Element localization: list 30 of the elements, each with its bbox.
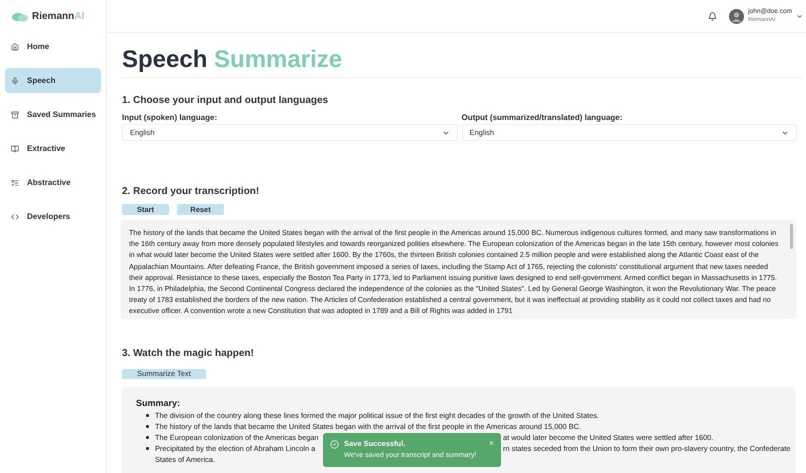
notification-bell-icon[interactable]: [708, 12, 718, 20]
section-heading: 3. Watch the magic happen!: [122, 348, 255, 360]
sidebar-item[interactable]: Abstractive: [5, 170, 101, 195]
sidebar-item[interactable]: Home: [5, 34, 101, 59]
sidebar-item[interactable]: Extractive: [5, 136, 101, 161]
sidebar-item[interactable]: Speech: [5, 68, 101, 93]
check-circle-icon: [330, 440, 339, 449]
bullet-icon: [146, 414, 149, 417]
microphone-icon: [11, 76, 19, 84]
app-name: RiemannAI: [32, 10, 84, 24]
bullet-icon: [146, 436, 149, 439]
list-icon: [11, 178, 19, 186]
page-title: Speech Summarize: [122, 45, 802, 78]
section-heading: 2. Record your transcription!: [122, 185, 260, 199]
chevron-down-icon[interactable]: [796, 12, 803, 20]
field-label: Input (spoken) language:: [122, 112, 218, 124]
section-heading: 1. Choose your input and output languages: [122, 94, 330, 108]
home-icon: [11, 42, 19, 50]
logo-icon: [12, 12, 28, 22]
scrollbar-thumb[interactable]: [790, 224, 793, 249]
sidebar-item[interactable]: Developers: [5, 204, 101, 229]
book-icon: [11, 144, 19, 152]
bullet-icon: [146, 425, 149, 428]
field-label: Output (summarized/translated) language:: [462, 112, 624, 124]
summary-heading: Summary:: [136, 398, 182, 409]
avatar[interactable]: [729, 8, 744, 24]
bullet-icon: [146, 447, 149, 450]
code-icon: [11, 212, 19, 220]
archive-icon: [11, 110, 19, 118]
sidebar-item[interactable]: Saved Summaries: [5, 102, 101, 127]
